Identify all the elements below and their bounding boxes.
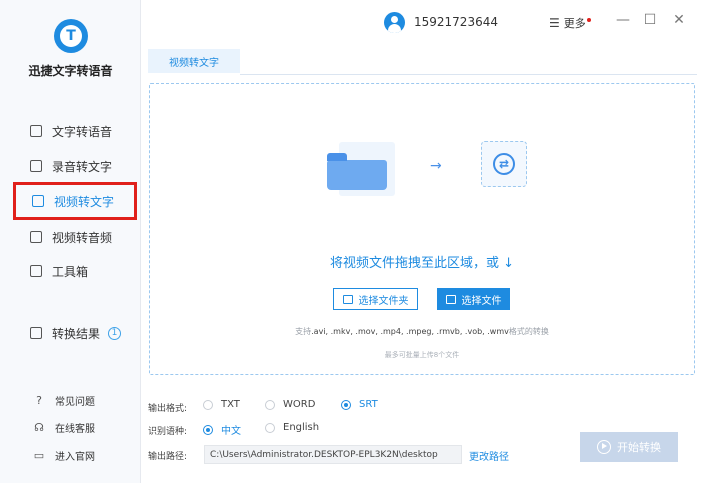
results-icon bbox=[30, 327, 42, 339]
radio-label: 中文 bbox=[221, 426, 241, 437]
user-avatar[interactable] bbox=[384, 12, 405, 33]
more-menu-button[interactable]: ☰ 更多 bbox=[549, 15, 591, 31]
format-radio-txt[interactable]: TXT bbox=[203, 399, 240, 410]
sidebar: T 迅捷文字转语音 文字转语音 录音转文字 视频转文字 视频转音频 工具箱 转换… bbox=[0, 0, 141, 483]
formats-prefix: 支持 bbox=[295, 327, 312, 336]
help-item-support[interactable]: ☊ 在线客服 bbox=[33, 419, 95, 435]
formats-list: .avi, .mkv, .mov, .mp4, .mpeg, .rmvb, .v… bbox=[311, 327, 509, 336]
language-radio-chinese[interactable]: 中文 bbox=[203, 422, 241, 437]
sidebar-item-text-to-speech[interactable]: 文字转语音 bbox=[30, 121, 112, 141]
sidebar-item-label: 录音转文字 bbox=[52, 159, 113, 174]
user-phone[interactable]: 15921723644 bbox=[414, 15, 498, 29]
video-audio-icon bbox=[30, 231, 42, 243]
minimize-icon: — bbox=[616, 12, 630, 28]
sidebar-item-video-to-audio[interactable]: 视频转音频 bbox=[30, 227, 112, 247]
maximize-button[interactable]: ☐ bbox=[642, 12, 658, 28]
language-label: 识别语种: bbox=[148, 427, 188, 437]
start-convert-label: 开始转换 bbox=[617, 441, 661, 454]
sidebar-item-label: 工具箱 bbox=[52, 264, 89, 279]
close-icon: ✕ bbox=[673, 12, 685, 28]
menu-icon: ☰ bbox=[549, 16, 560, 30]
format-radio-word[interactable]: WORD bbox=[265, 399, 315, 410]
select-file-button[interactable]: 选择文件 bbox=[437, 288, 510, 310]
radio-label: TXT bbox=[221, 399, 240, 410]
radio-label: WORD bbox=[283, 399, 316, 410]
select-file-label: 选择文件 bbox=[461, 295, 502, 307]
sidebar-item-toolbox[interactable]: 工具箱 bbox=[30, 261, 88, 281]
convert-icon: ⇄ bbox=[493, 153, 515, 175]
help-item-faq[interactable]: ? 常见问题 bbox=[33, 392, 95, 408]
convert-illustration: ⇄ bbox=[481, 141, 527, 187]
close-button[interactable]: ✕ bbox=[671, 12, 687, 28]
language-radio-english[interactable]: English bbox=[265, 422, 319, 433]
folder-small-icon bbox=[342, 294, 353, 304]
app-window: T 迅捷文字转语音 文字转语音 录音转文字 视频转文字 视频转音频 工具箱 转换… bbox=[0, 0, 707, 483]
more-label: 更多 bbox=[563, 17, 586, 30]
radio-indicator bbox=[265, 422, 275, 433]
sidebar-item-label: 转换结果 bbox=[52, 326, 101, 341]
radio-indicator bbox=[341, 399, 351, 410]
arrow-right-icon: → bbox=[430, 158, 442, 174]
output-format-label: 输出格式: bbox=[148, 404, 188, 414]
radio-indicator bbox=[203, 399, 213, 410]
file-add-icon bbox=[445, 294, 456, 304]
upload-limit-text: 最多可批量上传8个文件 bbox=[384, 351, 460, 359]
help-item-label: 在线客服 bbox=[55, 423, 95, 435]
help-item-website[interactable]: ▭ 进入官网 bbox=[33, 447, 95, 463]
radio-indicator bbox=[203, 424, 213, 435]
sidebar-item-video-to-text[interactable]: 视频转文字 bbox=[13, 182, 137, 220]
monitor-icon: ▭ bbox=[33, 448, 45, 462]
radio-label: SRT bbox=[359, 399, 378, 410]
maximize-icon: ☐ bbox=[643, 12, 657, 28]
format-radio-srt[interactable]: SRT bbox=[341, 399, 378, 410]
select-folder-button[interactable]: 选择文件夹 bbox=[333, 288, 418, 310]
notification-dot bbox=[586, 18, 591, 22]
output-path-field[interactable]: C:\Users\Administrator.DESKTOP-EPL3K2N\d… bbox=[204, 445, 462, 464]
drop-hint-text: 将视频文件拖拽至此区域，或 ↓ bbox=[329, 256, 515, 271]
record-icon bbox=[30, 160, 42, 172]
video-text-icon bbox=[32, 195, 44, 207]
radio-label: English bbox=[283, 422, 320, 433]
headset-icon: ☊ bbox=[34, 420, 44, 434]
sidebar-item-label: 文字转语音 bbox=[52, 124, 113, 139]
app-name: 迅捷文字转语音 bbox=[28, 64, 113, 78]
formats-suffix: 格式的转换 bbox=[508, 327, 549, 336]
start-convert-button[interactable]: 开始转换 bbox=[580, 432, 678, 462]
select-folder-label: 选择文件夹 bbox=[358, 295, 409, 307]
results-count-badge: 1 bbox=[108, 326, 122, 340]
output-path-label: 输出路径: bbox=[148, 452, 188, 462]
tab-video-to-text[interactable]: 视频转文字 bbox=[148, 49, 240, 75]
question-icon: ? bbox=[36, 393, 42, 407]
sidebar-item-label: 视频转音频 bbox=[52, 230, 113, 245]
radio-indicator bbox=[265, 399, 275, 410]
text-icon bbox=[30, 125, 42, 137]
minimize-button[interactable]: — bbox=[615, 12, 631, 28]
help-item-label: 常见问题 bbox=[55, 396, 95, 408]
sidebar-item-results[interactable]: 转换结果 1 bbox=[30, 323, 122, 343]
app-logo: T bbox=[54, 19, 88, 53]
supported-formats: 支持.avi, .mkv, .mov, .mp4, .mpeg, .rmvb, … bbox=[149, 326, 695, 337]
toolbox-icon bbox=[30, 265, 42, 277]
logo-icon: T bbox=[60, 25, 82, 47]
sidebar-item-label: 视频转文字 bbox=[54, 194, 115, 209]
change-path-link[interactable]: 更改路径 bbox=[469, 448, 509, 463]
folder-icon bbox=[327, 153, 387, 190]
help-item-label: 进入官网 bbox=[55, 451, 95, 463]
play-icon bbox=[597, 440, 611, 454]
sidebar-item-record-to-text[interactable]: 录音转文字 bbox=[30, 156, 112, 176]
